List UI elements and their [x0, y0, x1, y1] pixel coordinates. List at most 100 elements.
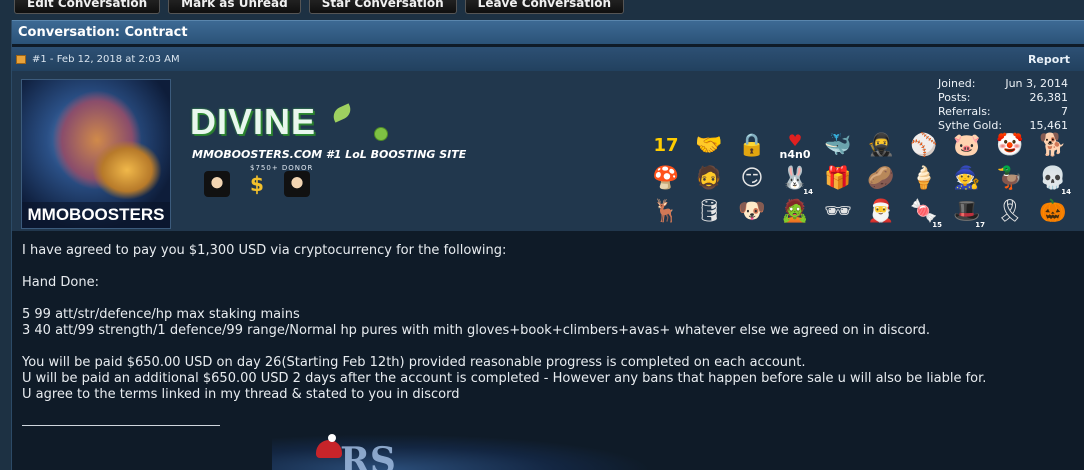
stat-posts: Posts: 26,381	[938, 91, 1068, 104]
stat-referrals: Referrals: 7	[938, 105, 1068, 118]
conversation-actions: Edit Conversation Mark as Unread Star Co…	[0, 0, 625, 14]
post-message: I have agreed to pay you $1,300 USD via …	[12, 231, 1084, 415]
award-glyph: 🐕	[1039, 133, 1067, 158]
leaf-icon	[330, 103, 354, 123]
skull-icon[interactable]: 💀 14	[1037, 164, 1071, 196]
avatar[interactable]: MMOBOOSTERS	[21, 79, 171, 229]
award-17-icon[interactable]: 17	[650, 131, 682, 161]
santa-icon[interactable]: 🎅	[865, 197, 897, 227]
leave-conversation-button[interactable]: Leave Conversation	[464, 0, 625, 14]
heart-icon: ♥	[787, 130, 803, 150]
award-glyph: 🥷	[867, 133, 895, 158]
award-count: 14	[803, 188, 813, 196]
zombie-icon[interactable]: 🧟	[779, 197, 811, 227]
n4n0-heart-icon[interactable]: ♥ n4n0	[779, 131, 811, 161]
ninja-badge-icon	[204, 171, 230, 197]
signature-banner-image[interactable]: RS	[272, 434, 652, 470]
award-glyph: 🎩	[953, 199, 981, 224]
message-line: U will be paid an additional $650.00 USD…	[22, 371, 987, 386]
award-count: 14	[1061, 188, 1071, 196]
ninja-badge-icon	[284, 171, 310, 197]
conversation-title: Conversation: Contract	[12, 20, 1084, 44]
award-glyph: 🍦	[910, 166, 938, 191]
mark-as-unread-button[interactable]: Mark as Unread	[168, 0, 301, 14]
message-line: I have agreed to pay you $1,300 USD via …	[22, 243, 507, 258]
gnome-icon[interactable]: 🧙	[951, 164, 983, 194]
award-glyph: 💀	[1039, 166, 1067, 191]
pig-icon[interactable]: 🐷	[951, 131, 983, 161]
whale-icon[interactable]: 🐳	[822, 131, 854, 161]
message-line-break	[22, 291, 1074, 307]
candy-cane-icon[interactable]: 🍬 15	[908, 197, 942, 229]
award-glyph: 🐷	[953, 133, 981, 158]
award-glyph: 🛢	[695, 199, 723, 224]
ice-cream-icon[interactable]: 🍦	[908, 164, 940, 194]
message-line-break	[22, 339, 1074, 355]
award-glyph: 🧟	[781, 199, 809, 224]
award-glyph: 🧔	[695, 166, 723, 191]
user-info: MMOBOOSTERS DIVINE MMOBOOSTERS.COM #1 Lo…	[12, 71, 1084, 231]
santa-hat-icon	[316, 434, 342, 458]
award-glyph: 🧙	[953, 166, 981, 191]
award-glyph: 🥔	[867, 166, 895, 191]
ribbon-icon[interactable]: 🎗	[994, 197, 1026, 227]
award-glyph: 🐳	[824, 133, 852, 158]
duck-icon[interactable]: 🦆	[994, 164, 1026, 194]
award-glyph: 🎅	[867, 199, 895, 224]
jester-hat-icon[interactable]: 🤡	[994, 131, 1026, 161]
handshake-icon[interactable]: 🤝	[693, 131, 725, 161]
homer-icon[interactable]: 🧔	[693, 164, 725, 194]
ninja-icon[interactable]: 🥷	[865, 131, 897, 161]
post-meta-bar: #1 - Feb 12, 2018 at 2:03 AM Report	[12, 47, 1084, 71]
award-label: n4n0	[779, 147, 811, 161]
leprechaun-hat-icon[interactable]: 🎩 17	[951, 197, 985, 229]
award-glyph: 🦆	[996, 166, 1024, 191]
report-link[interactable]: Report	[1028, 53, 1070, 66]
bunny-icon[interactable]: 🐰 14	[779, 164, 813, 196]
award-glyph: 🐶	[738, 199, 766, 224]
gift-icon[interactable]: 🎁	[822, 164, 854, 194]
star-conversation-button[interactable]: Star Conversation	[308, 0, 457, 14]
message-line: 3 40 att/99 strength/1 defence/99 range/…	[22, 323, 931, 338]
post-status-icon	[16, 54, 26, 64]
heisenberg-icon[interactable]: 🕶	[822, 197, 854, 227]
username-logo[interactable]: DIVINE	[190, 101, 316, 143]
barrel-icon[interactable]: 🛢	[693, 197, 725, 227]
troll-face-icon[interactable]: 😏	[736, 164, 768, 194]
edit-conversation-button[interactable]: Edit Conversation	[14, 0, 161, 14]
award-glyph: 🦌	[652, 199, 680, 224]
user-title: MMOBOOSTERS.COM #1 LoL BOOSTING SITE	[192, 148, 467, 161]
award-icons: 17 🤝 🔒 ♥ n4n0 🐳 🥷 ⚾ 🐷 🤡 🐕 🍄 🧔 😏 🐰 14 🎁 🥔 🍦 🧙 🦆 💀 14 🦌 🛢 🐶 🧟 🕶 🎅 🍬 15 🎩 1…	[650, 131, 1073, 230]
message-line: You will be paid $650.00 USD on day 26(S…	[22, 355, 806, 370]
award-glyph: 🕶	[824, 199, 852, 224]
award-glyph: 🐰	[781, 166, 809, 191]
rainbow-dog-icon[interactable]: 🐕	[1037, 131, 1069, 161]
potato-icon[interactable]: 🥔	[865, 164, 897, 194]
signature-rs-text: RS	[340, 440, 396, 470]
gold-stack-icon: $	[250, 172, 264, 196]
post-meta: #1 - Feb 12, 2018 at 2:03 AM	[32, 53, 180, 65]
doge-icon[interactable]: 🐶	[736, 197, 768, 227]
award-glyph: 🎗	[996, 199, 1024, 224]
user-badges: $	[204, 171, 310, 197]
award-glyph: 🍄	[652, 166, 680, 191]
message-line: 5 99 att/str/defence/hp max staking main…	[22, 307, 300, 322]
pokeball-icon[interactable]: ⚾	[908, 131, 940, 161]
award-glyph: 17	[653, 135, 679, 156]
award-glyph: 🤡	[996, 133, 1024, 158]
award-count: 15	[932, 221, 942, 229]
signature-divider	[22, 425, 220, 426]
avatar-brand-text: MMOBOOSTERS	[22, 202, 170, 228]
mushroom-icon[interactable]: 🍄	[650, 164, 682, 194]
reindeer-icon[interactable]: 🦌	[650, 197, 682, 227]
award-glyph: 🎃	[1039, 199, 1067, 224]
stat-joined: Joined: Jun 3, 2014	[938, 77, 1068, 90]
pumpkin-icon[interactable]: 🎃	[1037, 197, 1069, 227]
avatar-character-image	[92, 140, 162, 200]
padlock-icon[interactable]: 🔒	[736, 131, 768, 161]
award-glyph: 🍬	[910, 199, 938, 224]
award-glyph: 😏	[740, 166, 764, 191]
award-glyph: 🤝	[695, 133, 723, 158]
award-glyph: ⚾	[910, 133, 938, 158]
award-count: 17	[975, 221, 985, 229]
